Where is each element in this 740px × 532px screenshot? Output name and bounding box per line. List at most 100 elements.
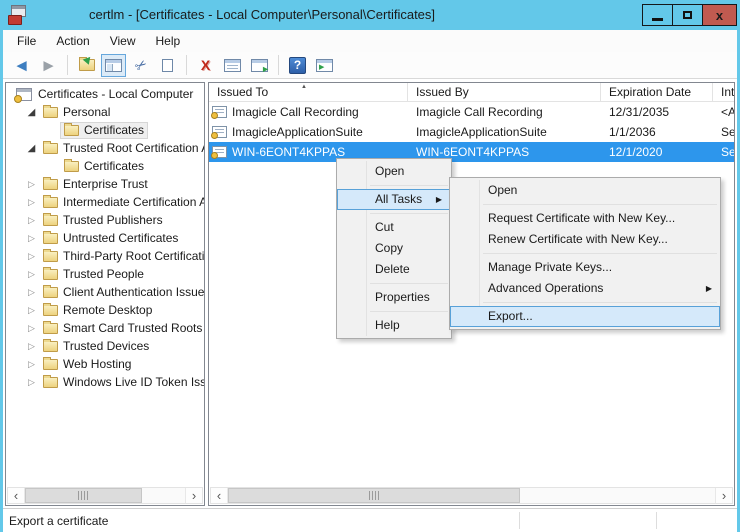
certificate-row-imagicle-call-recording[interactable]: Imagicle Call RecordingImagicle Call Rec…	[209, 102, 734, 122]
column-header-issued-to[interactable]: Issued To▲	[209, 83, 408, 101]
tree-item-untrusted-certificates[interactable]: ▷ Untrusted Certificates	[6, 229, 204, 247]
menu-item-cut[interactable]: Cut	[337, 217, 451, 238]
collapsed-arrow-icon[interactable]: ▷	[24, 341, 39, 352]
menu-file[interactable]: File	[7, 34, 46, 48]
maximize-button[interactable]	[672, 4, 703, 26]
menu-item-renew-certificate-with-new-key[interactable]: Renew Certificate with New Key...	[450, 229, 720, 250]
back-arrow-icon: ◄	[13, 57, 30, 74]
menu-item-export[interactable]: Export...	[450, 306, 720, 327]
statusbar: Export a certificate	[3, 508, 737, 532]
collapsed-arrow-icon[interactable]: ▷	[24, 233, 39, 244]
tree-node: Certificates - Local Computer	[12, 86, 197, 103]
menu-item-open[interactable]: Open	[450, 180, 720, 201]
titlebar[interactable]: certlm - [Certificates - Local Computer\…	[0, 0, 740, 30]
menu-item-delete[interactable]: Delete	[337, 259, 451, 280]
menu-item-open[interactable]: Open	[337, 161, 451, 182]
menu-action[interactable]: Action	[46, 34, 99, 48]
certificate-row-win-6eont4kppas[interactable]: WIN-6EONT4KPPASWIN-6EONT4KPPAS12/1/2020S…	[209, 142, 734, 162]
copy-button[interactable]	[155, 54, 180, 77]
menu-item-all-tasks[interactable]: All Tasks▶	[337, 189, 451, 210]
properties-button[interactable]	[220, 54, 245, 77]
scrollbar-track[interactable]	[25, 488, 185, 503]
menu-item-manage-private-keys[interactable]: Manage Private Keys...	[450, 257, 720, 278]
toolbar-separator	[186, 55, 187, 75]
column-header-issued-by[interactable]: Issued By	[408, 83, 601, 101]
tree-item-third-party-root-certification[interactable]: ▷Third-Party Root Certification	[6, 247, 204, 265]
collapsed-arrow-icon[interactable]: ▷	[24, 287, 39, 298]
menu-item-label: Copy	[375, 241, 403, 255]
tree-item-enterprise-trust[interactable]: ▷ Enterprise Trust	[6, 175, 204, 193]
collapsed-arrow-icon[interactable]: ▷	[24, 215, 39, 226]
scrollbar-thumb[interactable]	[228, 488, 520, 503]
column-header-expiration-date[interactable]: Expiration Date	[601, 83, 713, 101]
tree-item-label: Untrusted Certificates	[63, 231, 178, 245]
menu-item-properties[interactable]: Properties	[337, 287, 451, 308]
tree-item-label: Certificates - Local Computer	[38, 87, 193, 101]
back-button[interactable]: ◄	[9, 54, 34, 77]
scrollbar-track[interactable]	[228, 488, 715, 503]
forward-button[interactable]: ►	[36, 54, 61, 77]
expanded-arrow-icon[interactable]: ◢	[24, 107, 39, 118]
list-horizontal-scrollbar[interactable]: ‹ ›	[210, 487, 733, 504]
scroll-left-button[interactable]: ‹	[211, 488, 228, 503]
menu-item-copy[interactable]: Copy	[337, 238, 451, 259]
tree-item-trusted-devices[interactable]: ▷Trusted Devices	[6, 337, 204, 355]
menu-item-label: All Tasks	[375, 192, 422, 206]
scroll-left-icon: ‹	[217, 489, 221, 502]
menu-help[interactable]: Help	[146, 34, 191, 48]
collapsed-arrow-icon[interactable]: ▷	[24, 305, 39, 316]
tree-item-web-hosting[interactable]: ▷Web Hosting	[6, 355, 204, 373]
tree-item-certificates-local-computer[interactable]: Certificates - Local Computer	[6, 85, 204, 103]
issued-by-cell: Imagicle Call Recording	[408, 105, 601, 119]
tree-item-trusted-root-certification-au[interactable]: ◢Trusted Root Certification Au	[6, 139, 204, 157]
delete-button[interactable]: X	[193, 54, 218, 77]
expanded-arrow-icon[interactable]: ◢	[24, 143, 39, 154]
menu-view[interactable]: View	[100, 34, 146, 48]
tree-item-trusted-publishers[interactable]: ▷ Trusted Publishers	[6, 211, 204, 229]
collapsed-arrow-icon[interactable]: ▷	[24, 269, 39, 280]
collapsed-arrow-icon[interactable]: ▷	[24, 377, 39, 388]
up-one-level-button[interactable]	[74, 54, 99, 77]
tree-item-certificates[interactable]: Certificates	[6, 157, 204, 175]
tree-item-windows-live-id-token-issue[interactable]: ▷Windows Live ID Token Issue	[6, 373, 204, 391]
cut-button[interactable]: ✂	[128, 54, 153, 77]
folder-icon	[43, 251, 58, 262]
tree-item-remote-desktop[interactable]: ▷Remote Desktop	[6, 301, 204, 319]
tree-item-label: Trusted Publishers	[63, 213, 163, 227]
tree-item-personal[interactable]: ◢Personal	[6, 103, 204, 121]
close-button[interactable]: x	[702, 4, 737, 26]
show-console-tree-button[interactable]	[101, 54, 126, 77]
scrollbar-thumb[interactable]	[25, 488, 142, 503]
help-button[interactable]: ?	[285, 54, 310, 77]
collapsed-arrow-icon[interactable]: ▷	[24, 251, 39, 262]
tree-item-certificates[interactable]: Certificates	[6, 121, 204, 139]
export-list-button[interactable]	[247, 54, 272, 77]
tree-node: Certificates	[60, 158, 148, 175]
column-label: Inte	[721, 85, 734, 99]
tree-node: Personal	[39, 104, 114, 121]
menu-item-help[interactable]: Help	[337, 315, 451, 336]
column-header-inte[interactable]: Inte	[713, 83, 734, 101]
show-action-pane-button[interactable]	[312, 54, 337, 77]
tree-item-intermediate-certification-au[interactable]: ▷ Intermediate Certification Au	[6, 193, 204, 211]
folder-icon	[43, 341, 58, 352]
menu-item-request-certificate-with-new-key[interactable]: Request Certificate with New Key...	[450, 208, 720, 229]
tree-item-client-authentication-issuers[interactable]: ▷Client Authentication Issuers	[6, 283, 204, 301]
tree-item-label: Enterprise Trust	[63, 177, 148, 191]
scroll-right-button[interactable]: ›	[185, 488, 202, 503]
certificate-row-imagicleapplicationsuite[interactable]: ImagicleApplicationSuiteImagicleApplicat…	[209, 122, 734, 142]
tree-item-trusted-people[interactable]: ▷Trusted People	[6, 265, 204, 283]
tree-item-label: Intermediate Certification Au	[63, 195, 204, 209]
collapsed-arrow-icon[interactable]: ▷	[24, 197, 39, 208]
certificate-icon	[212, 106, 227, 118]
scroll-right-button[interactable]: ›	[715, 488, 732, 503]
collapsed-arrow-icon[interactable]: ▷	[24, 323, 39, 334]
menu-item-advanced-operations[interactable]: Advanced Operations▶	[450, 278, 720, 299]
collapsed-arrow-icon[interactable]: ▷	[24, 179, 39, 190]
minimize-button[interactable]	[642, 4, 673, 26]
tree-horizontal-scrollbar[interactable]: ‹ ›	[7, 487, 203, 504]
console-tree: Certificates - Local Computer◢PersonalCe…	[6, 85, 204, 485]
tree-item-smart-card-trusted-roots[interactable]: ▷Smart Card Trusted Roots	[6, 319, 204, 337]
collapsed-arrow-icon[interactable]: ▷	[24, 359, 39, 370]
scroll-left-button[interactable]: ‹	[8, 488, 25, 503]
